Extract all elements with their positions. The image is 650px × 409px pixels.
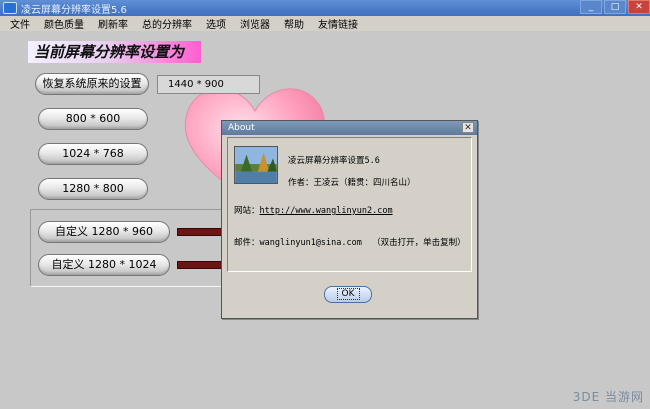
about-info-panel: 凌云屏幕分辨率设置5.6 作者：王凌云（籍贯：四川名山） 网站：http://w… (227, 137, 472, 272)
custom-1280x1024-slider[interactable] (177, 261, 225, 269)
about-dialog: About ✕ 凌云屏幕分辨率设置5.6 作者：王凌云（籍贯：四川名山） 网站：… (221, 120, 478, 319)
current-resolution-display: 1440 * 900 (157, 75, 260, 94)
preset-800x600-button[interactable]: 800 * 600 (38, 108, 148, 130)
menu-bar: 文件 颜色质量 刷新率 总的分辨率 选项 浏览器 帮助 友情链接 (0, 16, 650, 31)
website-link[interactable]: http://www.wanglinyun2.com (260, 206, 393, 216)
preset-1280x800-button[interactable]: 1280 * 800 (38, 178, 148, 200)
menu-help[interactable]: 帮助 (284, 16, 304, 31)
ok-button-label: OK (336, 288, 360, 300)
email-label: 邮件： (234, 238, 260, 248)
menu-refresh-rate[interactable]: 刷新率 (98, 16, 128, 31)
about-dialog-title: About (228, 123, 255, 133)
about-email-row: 邮件：wanglinyun1@sina.com （双击打开，单击复制） (234, 236, 466, 248)
menu-color-quality[interactable]: 颜色质量 (44, 16, 84, 31)
custom-1280x1024-button[interactable]: 自定义 1280 * 1024 (38, 254, 170, 276)
window-title: 凌云屏幕分辨率设置5.6 (21, 4, 127, 16)
menu-total-resolution[interactable]: 总的分辨率 (142, 16, 192, 31)
about-website-row: 网站：http://www.wanglinyun2.com (234, 204, 393, 216)
email-hint: （双击打开，单击复制） (372, 238, 466, 248)
menu-options[interactable]: 选项 (206, 16, 226, 31)
maximize-button[interactable]: □ (604, 0, 626, 14)
menu-browser[interactable]: 浏览器 (240, 16, 270, 31)
about-app-name: 凌云屏幕分辨率设置5.6 (288, 156, 380, 166)
app-icon (3, 2, 17, 14)
ok-button[interactable]: OK (324, 286, 372, 303)
preset-1024x768-button[interactable]: 1024 * 768 (38, 143, 148, 165)
about-author: 作者：王凌云（籍贯：四川名山） (288, 178, 416, 188)
landscape-thumbnail (234, 146, 278, 184)
watermark-logo: 3DE 当游网 (572, 390, 644, 404)
window-titlebar[interactable]: 凌云屏幕分辨率设置5.6 _ □ ✕ (0, 0, 650, 16)
menu-file[interactable]: 文件 (10, 16, 30, 31)
menu-links[interactable]: 友情链接 (318, 16, 358, 31)
restore-default-button[interactable]: 恢复系统原来的设置 (35, 73, 149, 95)
minimize-button[interactable]: _ (580, 0, 602, 14)
close-icon[interactable]: ✕ (462, 122, 474, 133)
about-dialog-titlebar[interactable]: About ✕ (222, 121, 477, 135)
custom-1280x960-slider[interactable] (177, 228, 225, 236)
page-title: 当前屏幕分辨率设置为 (28, 41, 201, 63)
email-address[interactable]: wanglinyun1@sina.com (260, 238, 362, 248)
custom-1280x960-button[interactable]: 自定义 1280 * 960 (38, 221, 170, 243)
website-label: 网站： (234, 206, 260, 216)
close-button[interactable]: ✕ (628, 0, 650, 14)
